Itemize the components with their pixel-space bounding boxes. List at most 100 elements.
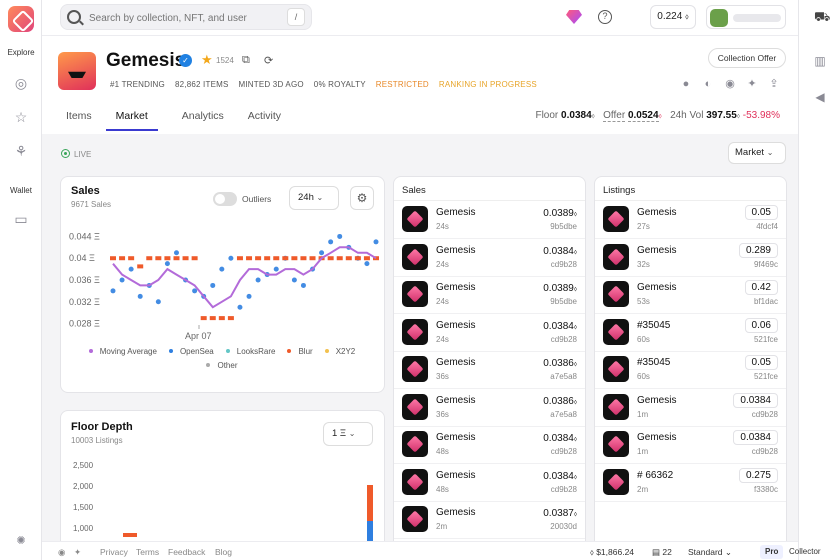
tab-items[interactable]: Items <box>66 110 92 129</box>
list-item[interactable]: Gemesis 24s 0.0389⬨ 9b5dbe <box>394 277 585 314</box>
opensea-point <box>300 282 306 288</box>
item-name: Gemesis <box>436 432 476 443</box>
search-input[interactable] <box>89 10 279 26</box>
chart-icon[interactable]: ▥ <box>811 52 829 70</box>
search-bar[interactable]: / <box>60 4 312 30</box>
item-time: 2m <box>637 484 649 494</box>
footer-link-terms[interactable]: Terms <box>136 547 159 557</box>
moving-average-line <box>112 246 377 309</box>
mode-dropdown[interactable]: Standard ⌄ <box>688 547 732 558</box>
list-item[interactable]: Gemesis 36s 0.0386⬨ a7e5a8 <box>394 390 585 427</box>
collector-mode-button[interactable]: Collector <box>784 545 826 559</box>
item-name: Gemesis <box>637 432 677 443</box>
username-blurred <box>733 14 781 22</box>
list-item[interactable]: Gemesis 24s 0.0384⬨ cd9b28 <box>394 315 585 352</box>
eth-icon: ⬨ <box>573 511 577 518</box>
tag-restricted: RESTRICTED <box>375 80 429 89</box>
list-item[interactable]: Gemesis 27s 0.05 4fdcf4 <box>595 202 786 239</box>
collection-name: Gemesis <box>106 50 186 71</box>
gem-icon[interactable] <box>566 10 582 24</box>
item-time: 27s <box>637 222 650 231</box>
legend-x2y2[interactable]: X2Y2 <box>324 347 360 356</box>
opensea-point <box>110 288 116 294</box>
discord-icon[interactable]: ◉ <box>58 547 65 558</box>
legend-opensea[interactable]: OpenSea <box>168 347 218 356</box>
chart-settings-button[interactable]: ⚙ <box>350 186 374 210</box>
opensea-point <box>328 239 334 245</box>
user-menu[interactable] <box>706 5 786 29</box>
chevron-down-icon: ⌄ <box>766 148 774 157</box>
list-item[interactable]: Gemesis 1m 0.0384 cd9b28 <box>595 427 786 464</box>
sprout-icon[interactable]: ⚘ <box>12 142 30 160</box>
compass-icon[interactable]: ◎ <box>12 74 30 92</box>
list-item[interactable]: Gemesis 48s 0.0384⬨ cd9b28 <box>394 465 585 502</box>
list-item[interactable]: Gemesis 32s 0.289 9f469c <box>595 240 786 277</box>
unit-dropdown[interactable]: 1 Ξ ⌄ <box>323 422 373 446</box>
list-item[interactable]: Gemesis 24s 0.0384⬨ cd9b28 <box>394 240 585 277</box>
twitter-icon[interactable]: ✦ <box>746 78 758 90</box>
legend-other[interactable]: Other <box>206 361 241 370</box>
discord-icon[interactable]: ◉ <box>724 78 736 90</box>
gas-price: ▤ 22 <box>652 547 672 558</box>
list-item[interactable]: Gemesis 53s 0.42 bf1dac <box>595 277 786 314</box>
pro-mode-button[interactable]: Pro <box>760 545 784 559</box>
tab-market[interactable]: Market <box>105 110 158 131</box>
live-indicator[interactable]: LIVE <box>61 149 91 159</box>
item-address: cd9b28 <box>550 259 577 269</box>
footer-link-blog[interactable]: Blog <box>215 547 232 557</box>
list-item[interactable]: Gemesis 48s 0.0384⬨ cd9b28 <box>394 427 585 464</box>
item-name: Gemesis <box>436 394 476 406</box>
star-icon[interactable]: ☆ <box>12 108 30 126</box>
opensea-icon[interactable]: ● <box>680 78 692 90</box>
copy-icon[interactable]: ⧉ <box>242 54 254 66</box>
blur-point <box>273 256 280 261</box>
legend-blur[interactable]: Blur <box>287 347 316 356</box>
list-item[interactable]: Gemesis 24s 0.0389⬨ 9b5dbe <box>394 202 585 239</box>
legend-looksrare[interactable]: LooksRare <box>225 347 280 356</box>
app-logo-icon[interactable] <box>8 6 34 32</box>
tab-analytics[interactable]: Analytics <box>182 110 224 129</box>
theme-toggle-icon[interactable]: ✺ <box>12 532 30 550</box>
cart-icon[interactable]: ⛟ <box>814 9 830 24</box>
help-icon[interactable]: ? <box>598 10 612 24</box>
refresh-icon[interactable]: ⟳ <box>264 54 276 67</box>
wallet-icon[interactable]: ▭ <box>12 210 30 228</box>
footer-link-privacy[interactable]: Privacy <box>100 547 128 557</box>
footer-link-feedback[interactable]: Feedback <box>168 547 205 557</box>
list-item[interactable]: # 66362 2m 0.275 f3380c <box>595 465 786 502</box>
item-name: Gemesis <box>436 244 476 256</box>
item-name: #35045 <box>637 319 671 331</box>
list-item[interactable]: Gemesis 1m 0.0384 cd9b28 <box>595 390 786 427</box>
list-item[interactable]: Gemesis 2m 0.0387⬨ 20030d <box>394 502 585 539</box>
price-value: 0.0384 <box>543 433 574 444</box>
megaphone-icon[interactable]: ◀ <box>811 88 829 106</box>
twitter-icon[interactable]: ✦ <box>74 547 81 558</box>
eth-balance[interactable]: 0.224 ⬨ <box>650 5 696 29</box>
y-tick-label: 0.04 Ξ <box>69 253 95 263</box>
legend-moving-average[interactable]: Moving Average <box>88 347 161 356</box>
blur-point <box>164 256 171 261</box>
item-address: cd9b28 <box>751 409 778 419</box>
item-price: 0.42 <box>744 280 778 295</box>
list-item[interactable]: Gemesis 36s 0.0386⬨ a7e5a8 <box>394 352 585 389</box>
mode-value: Standard <box>688 547 723 557</box>
item-address: cd9b28 <box>751 447 778 456</box>
chevron-down-icon: ⌄ <box>348 429 356 438</box>
list-item[interactable]: #35045 60s 0.06 521fce <box>595 315 786 352</box>
list-item[interactable]: #35045 60s 0.05 521fce <box>595 352 786 389</box>
eth-icon: ⬨ <box>573 211 577 218</box>
outliers-toggle[interactable] <box>213 192 237 206</box>
market-dropdown[interactable]: Market ⌄ <box>728 142 786 164</box>
collection-offer-button[interactable]: Collection Offer <box>708 48 786 68</box>
item-name: Gemesis <box>436 357 476 368</box>
watchlist-star-icon[interactable]: ★ <box>201 52 213 68</box>
item-address: cd9b28 <box>550 334 577 344</box>
opensea-point <box>364 261 370 267</box>
tab-activity[interactable]: Activity <box>248 110 281 129</box>
tag-royalty: 0% ROYALTY <box>313 80 366 89</box>
live-dot-icon <box>61 149 70 158</box>
period-dropdown[interactable]: 24h ⌄ <box>289 186 339 210</box>
website-icon[interactable]: ◐ <box>702 78 714 90</box>
item-address: a7e5a8 <box>550 372 577 381</box>
share-icon[interactable]: ⇪ <box>768 78 780 90</box>
